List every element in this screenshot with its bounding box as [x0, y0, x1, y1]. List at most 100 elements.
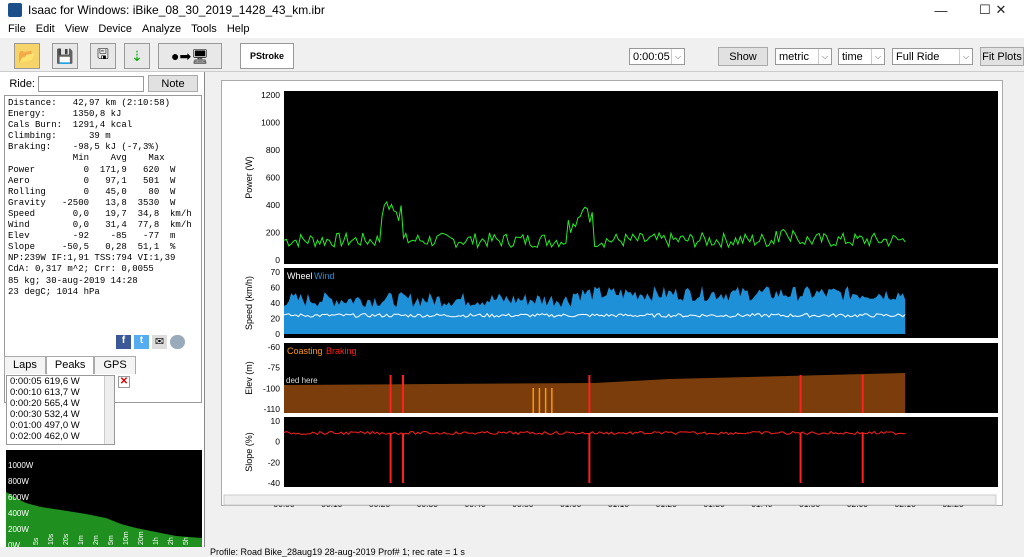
show-button[interactable]: Show [718, 47, 768, 66]
tab-gps[interactable]: GPS [94, 356, 136, 374]
tab-bar: Laps Peaks GPS [4, 356, 204, 374]
ytick: -60 [268, 342, 281, 352]
stat-line: Cals Burn: 1291,4 kcal [8, 120, 133, 131]
mini-ytick: 1000W [8, 461, 34, 470]
interval-select[interactable]: 0:00:05 ⌵ [629, 48, 685, 65]
ytick: 70 [271, 267, 281, 277]
stat-line: Energy: 1350,8 kJ [8, 109, 122, 120]
ytick: 20 [271, 314, 281, 324]
coasting-marker [544, 388, 547, 413]
plot-elev: -60 -75 -100 -110 Elev (m) Coasting Braking ded… [244, 342, 998, 414]
menu-bar: File Edit View Device Analyze Tools Help [0, 20, 1024, 38]
plot-window: 1200 1000 800 600 400 200 0 Power (W) 70 60 40 20 0 S… [221, 80, 1003, 520]
list-item[interactable]: 0:02:00 462,0 W [7, 431, 114, 442]
stat-line: CdA: 0,317 m^2; Crr: 0,0055 [8, 264, 154, 275]
tab-laps[interactable]: Laps [4, 356, 46, 374]
mini-ytick: 200W [8, 525, 29, 534]
ytick: 1000 [261, 118, 280, 128]
ytick: 400 [266, 200, 280, 210]
delete-icon[interactable]: ✕ [118, 376, 130, 388]
ride-label: Ride: [9, 77, 35, 90]
scrollbar[interactable] [104, 376, 114, 444]
save-as-icon[interactable]: 🖫 [90, 43, 116, 69]
stat-line: Power 0 171,9 620 W [8, 164, 176, 175]
app-icon [8, 3, 22, 17]
stat-line: Distance: 42,97 km (2:10:58) [8, 98, 171, 108]
menu-tools[interactable]: Tools [191, 23, 217, 35]
window-title: Isaac for Windows: iBike_08_30_2019_1428… [28, 3, 325, 17]
list-item[interactable]: 0:00:30 532,4 W [7, 409, 114, 420]
status-bar: Profile: Road Bike_28aug19 28-aug-2019 P… [0, 547, 1024, 557]
units-select[interactable]: metric ⌵ [775, 48, 832, 65]
open-folder-icon[interactable]: 📂 [14, 43, 40, 69]
menu-help[interactable]: Help [227, 23, 250, 35]
download-to-pc-icon[interactable]: ●➡🖥 [158, 43, 222, 69]
coasting-marker [532, 388, 534, 413]
chevron-down-icon: ⌵ [818, 49, 831, 64]
stat-line: Slope -50,5 0,28 51,1 % [8, 242, 176, 253]
mini-xtick: 10m [123, 531, 130, 545]
plot-bg [284, 91, 998, 264]
tab-peaks[interactable]: Peaks [45, 356, 95, 374]
ytick: -20 [268, 457, 281, 467]
stat-line: Min Avg Max [8, 153, 165, 164]
list-item[interactable]: 0:00:05 619,6 W [7, 376, 114, 387]
xaxis-select[interactable]: time ⌵ [838, 48, 885, 65]
ytick: 0 [275, 329, 280, 339]
mail-icon[interactable]: ✉ [152, 335, 167, 349]
peak-power-chart: 1000W 800W 600W 400W 200W 0W 5s 10s 20s 1m 2m 5m 10m… [6, 450, 202, 550]
range-select[interactable]: Full Ride ⌵ [892, 48, 973, 65]
save-icon[interactable]: 💾 [52, 43, 78, 69]
pstroke-button[interactable]: PStroke [240, 43, 294, 69]
list-item[interactable]: 0:01:00 497,0 W [7, 420, 114, 431]
mini-xtick: 1h [153, 537, 160, 545]
stat-line: Wind 0,0 31,4 77,8 km/h [8, 220, 192, 231]
ride-plots: 120010008006004002000Power (W)706040200S… [223, 90, 998, 520]
fit-plots-button[interactable]: Fit Plots [980, 47, 1024, 66]
peaks-list[interactable]: 0:00:05 619,6 W 0:00:10 613,7 W 0:00:20 … [6, 375, 115, 445]
title-bar: Isaac for Windows: iBike_08_30_2019_1428… [0, 0, 1024, 20]
facebook-icon[interactable]: f [116, 335, 131, 349]
ytick: 0 [275, 255, 280, 265]
peak-power-svg: 1000W800W600W400W200W0W 5s 10s 20s 1m 2m 5m 10m… [6, 461, 202, 550]
minimize-button[interactable]: — [918, 0, 964, 20]
plot-power: 1200 1000 800 600 400 200 0 Power (W) [244, 90, 998, 265]
note-button[interactable]: Note [148, 75, 198, 92]
chevron-down-icon: ⌵ [671, 49, 684, 64]
stat-line: NP:239W IF:1,91 TSS:794 VI:1,39 [8, 253, 176, 264]
elev-note: ded here [286, 376, 318, 385]
mini-ytick: 800W [8, 477, 29, 486]
twitter-icon[interactable]: t [134, 335, 149, 349]
menu-file[interactable]: File [8, 23, 26, 35]
menu-device[interactable]: Device [98, 23, 132, 35]
menu-edit[interactable]: Edit [36, 23, 55, 35]
menu-analyze[interactable]: Analyze [142, 23, 181, 35]
stat-line: Gravity -2500 13,8 3530 W [8, 197, 176, 208]
menu-view[interactable]: View [65, 23, 89, 35]
stat-line: Rolling 0 45,0 80 W [8, 186, 176, 197]
ytick: -110 [264, 404, 281, 414]
plot-slope: 10 0 -20 -40 Slope (%) [244, 416, 998, 488]
slope-spike [588, 433, 591, 483]
ylabel: Elev (m) [244, 361, 254, 395]
mini-ytick: 400W [8, 509, 29, 518]
usb-icon[interactable]: ⇣ [124, 43, 150, 69]
ytick: 0 [275, 437, 280, 447]
mini-xtick: 20m [138, 531, 145, 545]
h-scrollbar[interactable] [223, 494, 997, 506]
ylabel: Power (W) [244, 156, 254, 199]
braking-marker [588, 375, 591, 413]
chevron-down-icon: ⌵ [871, 49, 884, 64]
list-item[interactable]: 0:00:10 613,7 W [7, 387, 114, 398]
list-item[interactable]: 0:00:20 565,4 W [7, 398, 114, 409]
stat-line: Aero 0 97,1 501 W [8, 175, 176, 186]
coasting-marker [538, 388, 541, 413]
coasting-marker [551, 388, 553, 413]
legend-wheel: Wheel [287, 271, 313, 281]
ride-input[interactable] [38, 75, 144, 92]
chevron-down-icon: ⌵ [959, 49, 972, 64]
web-icon[interactable] [170, 335, 185, 349]
mini-xtick: 5h [183, 537, 190, 545]
mini-xtick: 5s [33, 537, 40, 545]
close-button[interactable]: ✕ [978, 0, 1024, 20]
